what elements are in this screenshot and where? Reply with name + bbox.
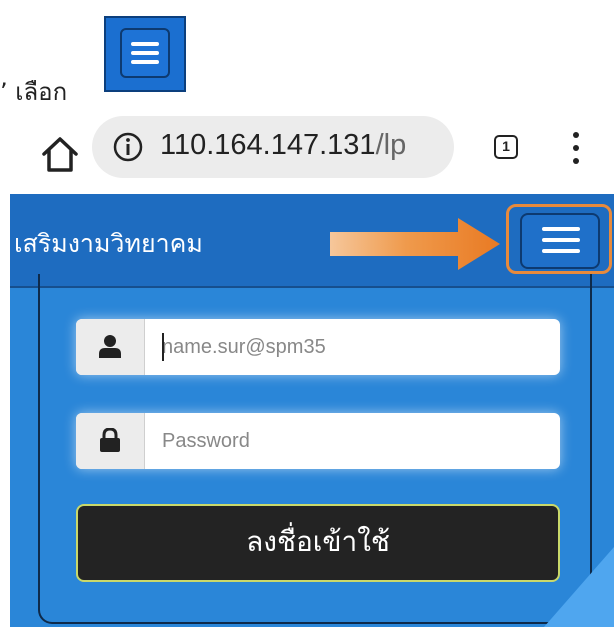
- username-group: [76, 319, 560, 375]
- url-text[interactable]: 110.164.147.131/lp: [160, 129, 406, 162]
- lock-icon: [100, 428, 120, 452]
- url-host: 110.164.147.131: [160, 129, 376, 161]
- url-path: /lp: [375, 129, 407, 161]
- menu-icon-illustration: [104, 16, 186, 92]
- web-page: เสริมงามวิทยาคม name.sur@spm35 ลงชื่อเข้…: [10, 194, 614, 627]
- user-icon: [99, 335, 121, 358]
- login-button[interactable]: ลงชื่อเข้าใช้: [76, 504, 560, 582]
- arrow-annotation-icon: [330, 218, 500, 270]
- address-bar[interactable]: 110.164.147.131/lp: [92, 116, 454, 178]
- site-brand[interactable]: เสริมงามวิทยาคม: [14, 224, 203, 264]
- browser-menu-icon[interactable]: [570, 132, 582, 164]
- login-form: ลงชื่อเข้าใช้: [38, 274, 592, 624]
- username-addon: [76, 319, 145, 375]
- home-icon[interactable]: [40, 134, 80, 174]
- nav-menu-toggle-button[interactable]: [520, 213, 600, 269]
- info-icon[interactable]: [112, 131, 144, 163]
- username-input[interactable]: [144, 319, 560, 375]
- corner-decoration: [544, 547, 614, 627]
- password-addon: [76, 413, 145, 469]
- text-caret: [162, 333, 164, 361]
- tab-switcher-button[interactable]: 1: [494, 135, 518, 159]
- browser-toolbar: 110.164.147.131/lp 1: [0, 100, 614, 192]
- password-input[interactable]: [144, 413, 560, 469]
- password-group: [76, 413, 560, 469]
